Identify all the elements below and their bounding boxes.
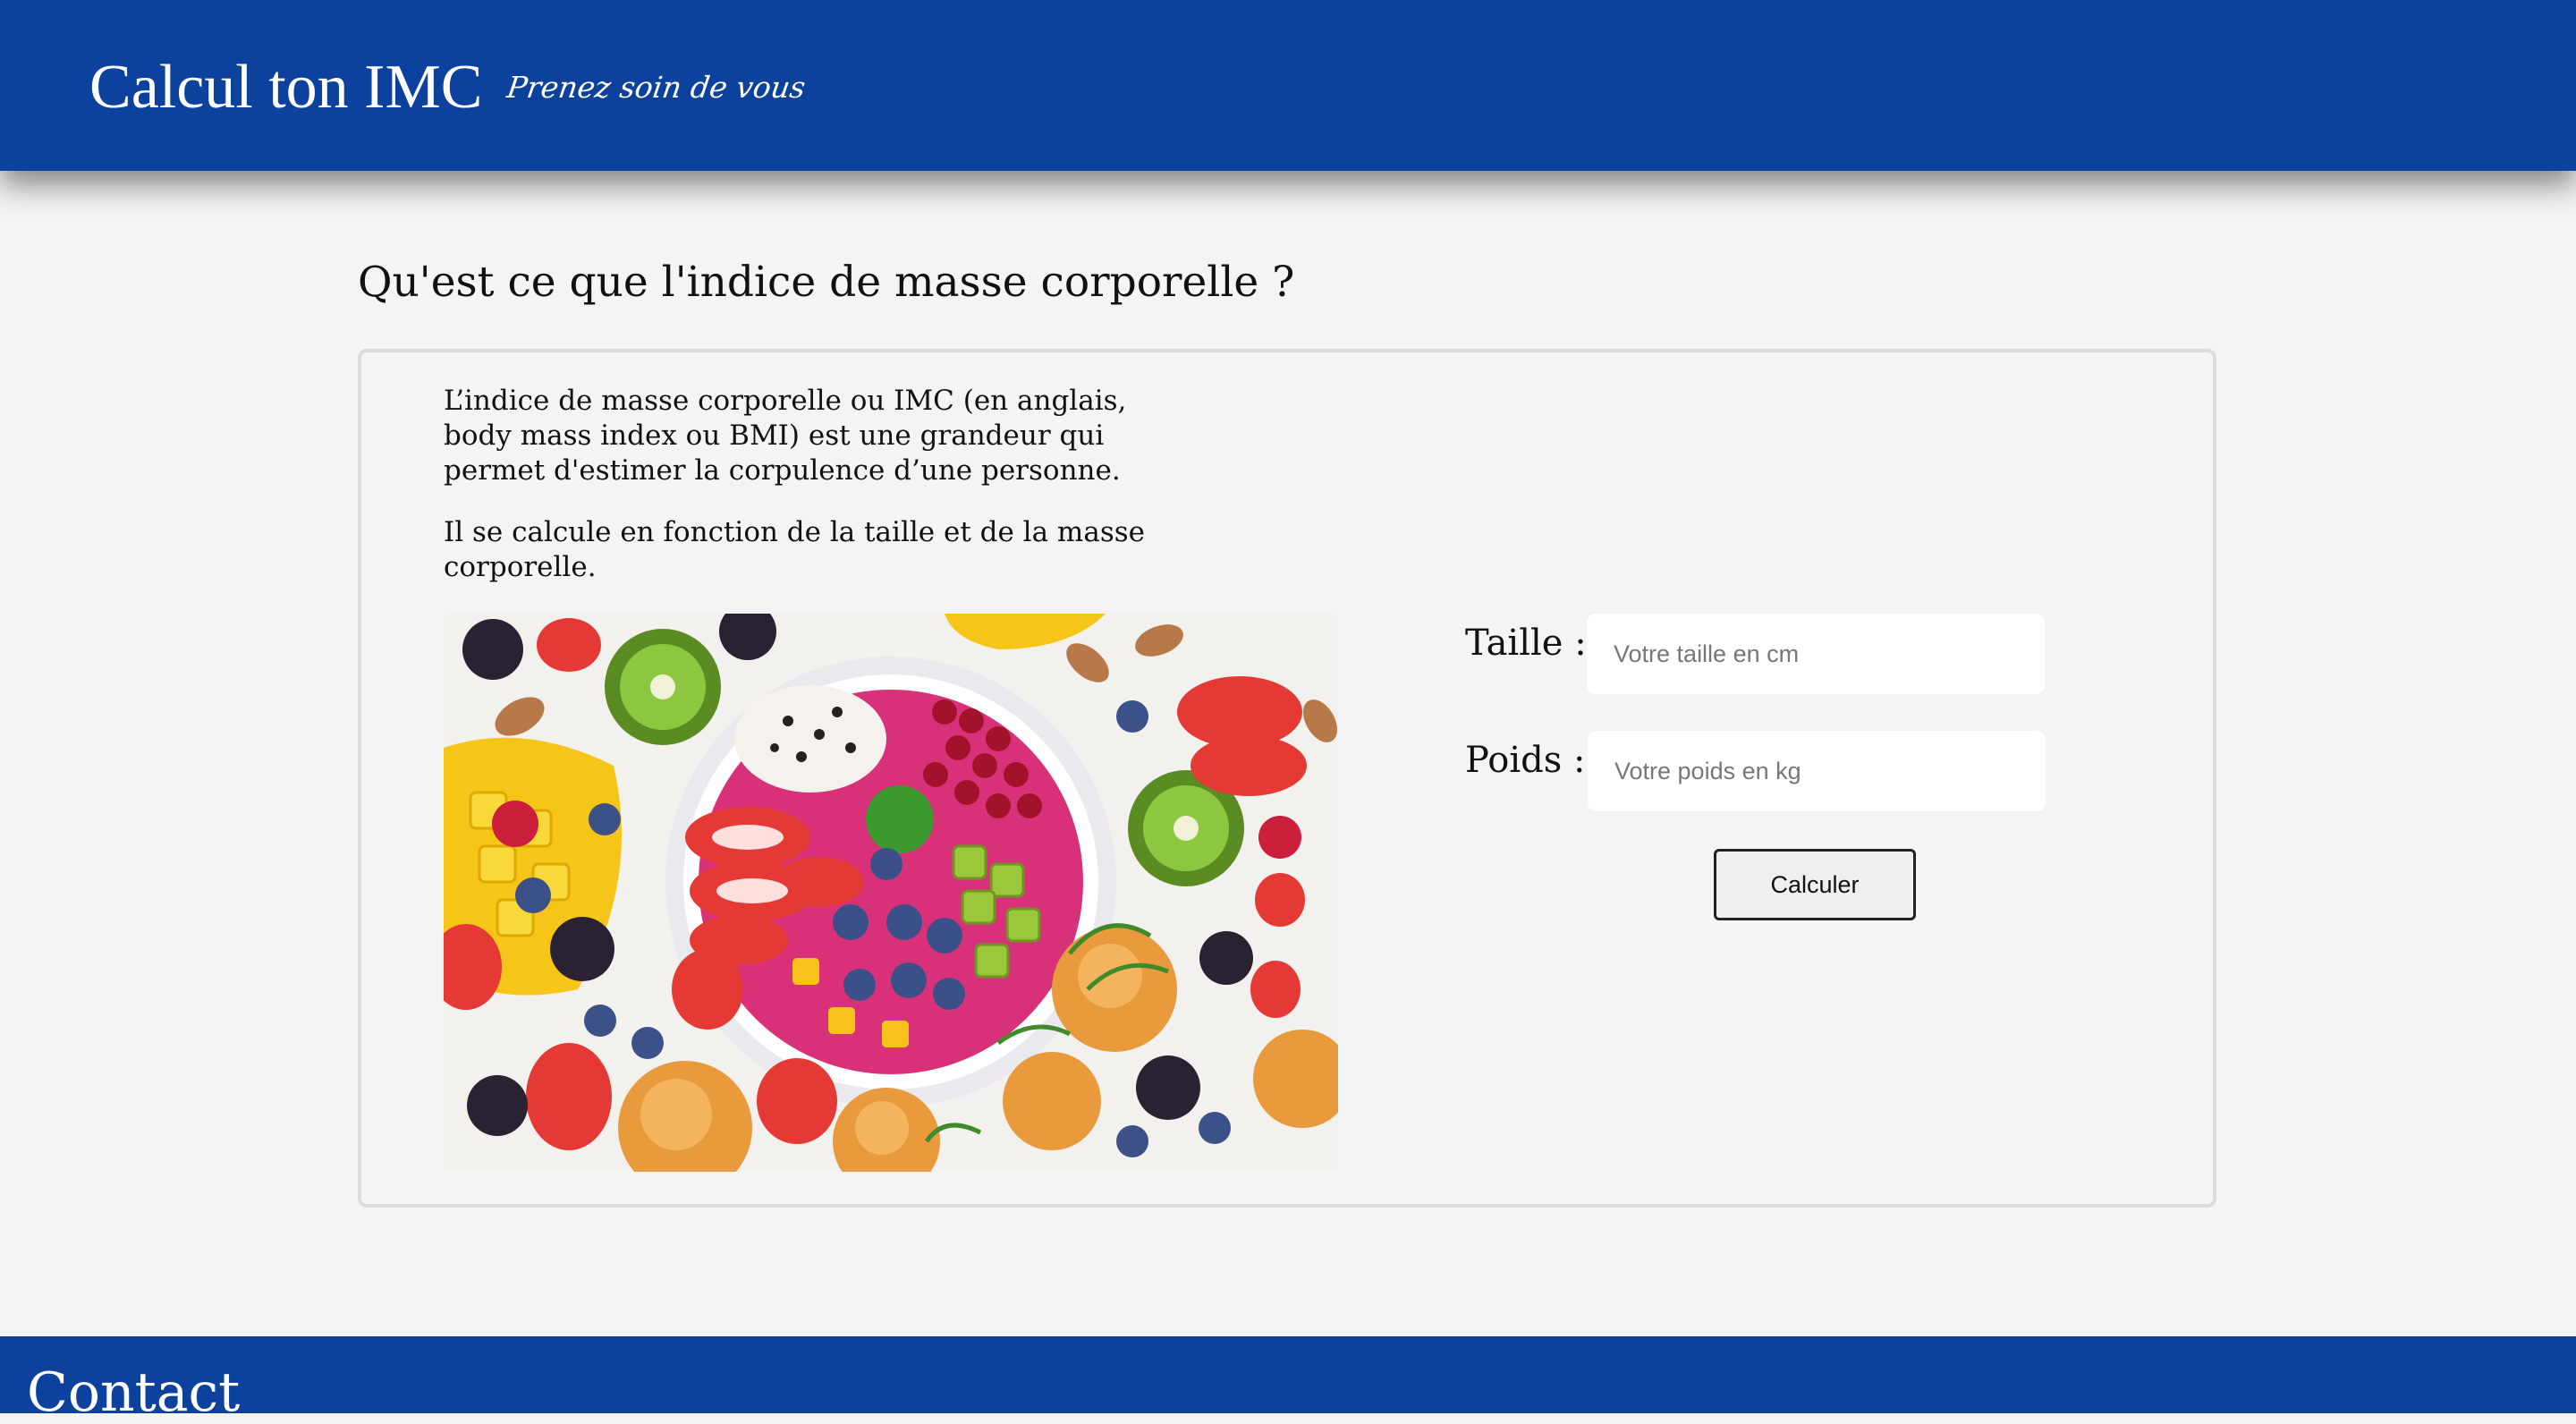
site-tagline: Prenez soin de vous: [504, 70, 808, 105]
calculate-button[interactable]: Calculer: [1714, 849, 1916, 920]
imc-card: L’indice de masse corporelle ou IMC (en …: [358, 349, 2216, 1208]
site-footer: Contact: [0, 1336, 2576, 1424]
section-heading: Qu'est ce que l'indice de masse corporel…: [358, 258, 1295, 307]
weight-label: Poids :: [1465, 740, 1586, 781]
height-input[interactable]: [1587, 614, 2045, 694]
weight-input[interactable]: [1588, 731, 2046, 811]
site-title: Calcul ton IMC: [89, 53, 483, 122]
description-paragraph-1: L’indice de masse corporelle ou IMC (en …: [444, 385, 1127, 487]
description-paragraph-2: Il se calcule en fonction de la taille e…: [444, 516, 1145, 583]
height-label: Taille :: [1465, 623, 1587, 664]
site-header: Calcul ton IMC Prenez soin de vous: [0, 0, 2576, 171]
fruit-bowl-photo: [444, 614, 1338, 1172]
footer-title: Contact: [27, 1361, 241, 1424]
